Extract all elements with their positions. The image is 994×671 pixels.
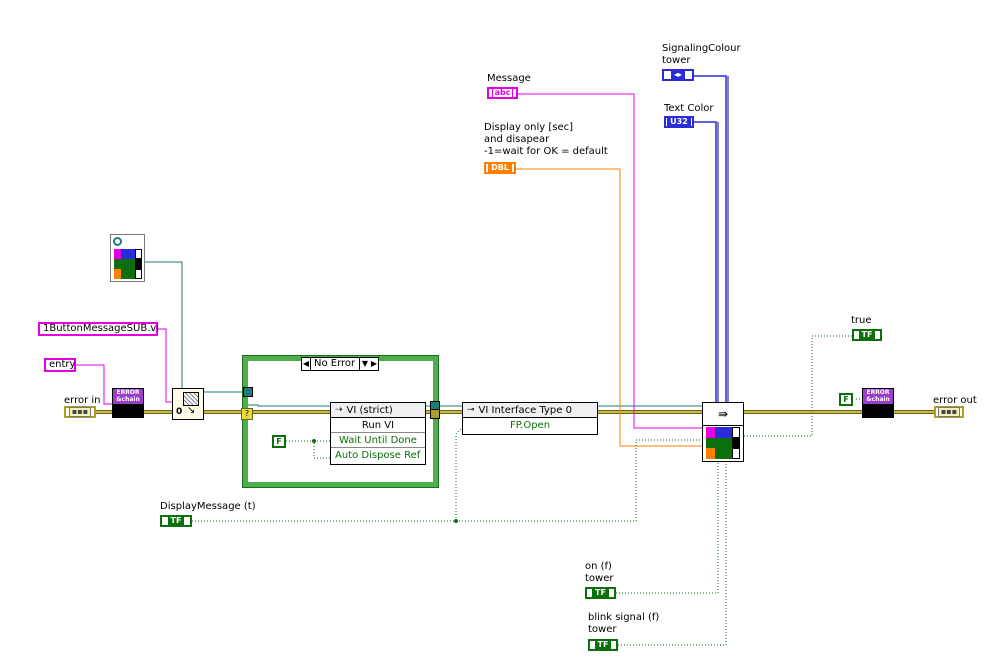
vi-property-node[interactable]: ⊸ VI Interface Type 0 FP.Open: [462, 402, 598, 435]
case-tunnel-error-out: [430, 409, 440, 419]
arrow-icon: ↘: [187, 405, 196, 416]
fp-open-property[interactable]: FP.Open: [463, 418, 597, 432]
no-entry-icon: [113, 237, 122, 246]
blink-signal-label: blink signal (f) tower: [588, 612, 660, 635]
display-message-label: DisplayMessage (t): [160, 501, 256, 512]
run-vi-method: Run VI: [331, 418, 425, 433]
case-tunnel-ref: [243, 387, 253, 397]
message-terminal[interactable]: abc: [487, 87, 518, 99]
text-color-terminal[interactable]: U32: [664, 116, 694, 128]
invoke-icon: ⇢: [335, 405, 343, 415]
auto-dispose-ref-param[interactable]: Auto Dispose Ref: [331, 448, 425, 462]
error-chain-in-node[interactable]: ERROR &chain: [112, 388, 144, 418]
false-constant-2[interactable]: F: [839, 393, 853, 406]
display-message-terminal[interactable]: TF: [160, 515, 192, 527]
call-arrow-icon: ⇛: [703, 403, 743, 426]
message-subvi-node[interactable]: ⇛: [702, 402, 744, 462]
blink-signal-terminal[interactable]: TF: [588, 639, 618, 651]
run-vi-header: VI (strict): [346, 404, 393, 416]
case-prev-arrow[interactable]: ◀: [302, 358, 310, 370]
u32-wire: [694, 75, 727, 402]
subvi-icon[interactable]: [110, 234, 145, 282]
case-selector-terminal: ?: [241, 408, 253, 420]
on-tower-terminal[interactable]: TF: [585, 587, 616, 599]
error-in-terminal[interactable]: ▪▪▪: [64, 406, 96, 418]
signaling-colour-terminal[interactable]: ◂▸: [662, 69, 694, 81]
case-selector-value: No Error: [310, 358, 360, 370]
signaling-colour-label: SignalingColour tower: [662, 43, 741, 66]
case-dropdown-icon[interactable]: ▼: [360, 358, 370, 370]
error-out-terminal[interactable]: ▪▪▪: [934, 406, 964, 418]
wait-until-done-param[interactable]: Wait Until Done: [331, 433, 425, 448]
display-only-label: Display only [sec] and disapear -1=wait …: [484, 122, 608, 157]
on-tower-label: on (f) tower: [585, 561, 614, 584]
entry-constant[interactable]: entry: [44, 358, 76, 372]
case-next-arrow[interactable]: ▶: [370, 358, 378, 370]
message-label: Message: [487, 73, 531, 84]
property-node-header: VI Interface Type 0: [478, 404, 572, 416]
vi-path-constant[interactable]: 1ButtonMessageSUB.vi: [38, 322, 159, 336]
text-color-label: Text Color: [664, 103, 714, 114]
open-vi-reference-node[interactable]: 0 ↘: [172, 388, 204, 420]
error-chain-out-node[interactable]: ERROR &chain: [862, 388, 894, 418]
false-constant-1[interactable]: F: [272, 435, 286, 448]
true-label: true: [851, 315, 872, 326]
run-vi-invoke-node[interactable]: ⇢ VI (strict) Run VI Wait Until Done Auto…: [330, 402, 426, 465]
display-only-terminal[interactable]: DBL: [484, 162, 516, 174]
true-terminal[interactable]: TF: [852, 329, 882, 341]
case-selector[interactable]: ◀ No Error ▼ ▶: [301, 357, 379, 371]
property-icon: ⊸: [467, 405, 475, 415]
